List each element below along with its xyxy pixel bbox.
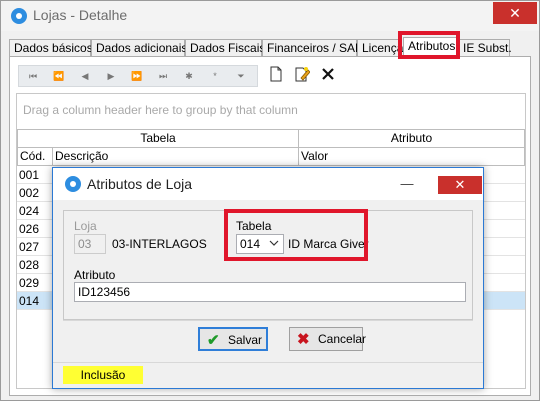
chevron-down-icon [269,237,279,254]
tab-dados-adicionais[interactable]: Dados adicionais [91,39,187,57]
window-title: Lojas - Detalhe [33,7,128,23]
tabela-description-text: ID Marca Giver [288,237,369,251]
dialog-logo-icon [65,176,81,192]
last-record-icon[interactable]: ⏭ [153,69,173,83]
group-by-panel[interactable]: Drag a column header here to group by th… [17,94,525,128]
atributo-field[interactable]: ID123456 [74,282,466,302]
next-page-icon[interactable]: ⏩ [127,69,147,83]
navigator-bar: ⏮ ⏪ ◀ ▶ ⏩ ⏭ ✱ * ⏷ [18,65,258,87]
atributo-label: Atributo [74,268,116,282]
cell-cod: 001 [19,168,40,182]
edit-document-icon[interactable] [292,66,312,86]
tab-licenca[interactable]: Licença [357,39,403,57]
save-button-label: Salvar [228,333,263,347]
cancel-button[interactable]: ✖ Cancelar [289,327,367,351]
tabela-select[interactable]: 014 [236,234,284,254]
toolbar: ⏮ ⏪ ◀ ▶ ⏩ ⏭ ✱ * ⏷ [18,65,504,87]
band-header-atributo[interactable]: Atributo [298,129,525,148]
status-badge: Inclusão [63,366,143,384]
column-header-cod[interactable]: Cód. [17,147,53,166]
dialog-divider [63,320,473,321]
tab-dados-fiscais[interactable]: Dados Fiscais [185,39,265,57]
loja-label: Loja [74,219,97,233]
cell-cod: 024 [19,204,40,218]
window-close-button[interactable]: ✕ [493,2,537,24]
insert-record-icon[interactable]: ✱ [179,69,199,83]
cell-cod: 029 [19,276,40,290]
dialog-minimize-button[interactable]: — [392,176,422,192]
loja-name-text: 03-INTERLAGOS [112,237,207,251]
delete-icon[interactable] [318,66,338,86]
dialog-form-group: Loja 03 03-INTERLAGOS Tabela 014 ID Marc… [63,210,473,320]
tab-dados-basicos[interactable]: Dados básicos [9,39,93,57]
title-bar: Lojas - Detalhe ✕ [1,1,539,31]
tab-atributos[interactable]: Atributos [403,37,458,58]
loja-code-field: 03 [74,234,106,254]
cell-cod: 027 [19,240,40,254]
first-record-icon[interactable]: ⏮ [23,69,43,83]
tab-ie-subst[interactable]: IE Subst. [458,39,512,57]
tab-financeiros-sap[interactable]: Financeiros / SAP [262,39,363,57]
next-record-icon[interactable]: ▶ [101,69,121,83]
prev-page-icon[interactable]: ⏪ [49,69,69,83]
dialog-close-button[interactable]: ✕ [438,176,482,194]
tabela-label: Tabela [236,219,272,233]
cancel-button-label: Cancelar [318,332,367,346]
cell-cod: 002 [19,186,40,200]
column-header-descricao[interactable]: Descrição [52,147,299,166]
prev-record-icon[interactable]: ◀ [75,69,95,83]
column-header-valor[interactable]: Valor [298,147,525,166]
cell-cod: 014 [19,294,40,308]
app-logo-icon [11,8,27,24]
save-button[interactable]: ✔ Salvar [198,327,268,351]
filter-icon[interactable]: ⏷ [231,69,251,83]
new-document-icon[interactable] [266,66,286,86]
atributos-dialog: Atributos de Loja — ✕ Loja 03 03-INTERLA… [52,167,484,389]
dialog-title: Atributos de Loja [87,176,193,192]
checkmark-icon: ✔ [207,332,220,349]
tabela-select-value: 014 [240,237,261,251]
dialog-title-bar: Atributos de Loja — ✕ [53,168,483,200]
tab-strip: Dados básicos Dados adicionais Dados Fis… [9,37,531,58]
cell-cod: 028 [19,258,40,272]
cell-cod: 026 [19,222,40,236]
band-header-tabela[interactable]: Tabela [17,129,299,148]
cancel-x-icon: ✖ [297,331,310,348]
dialog-status-bar: Inclusão [53,362,483,388]
append-record-icon[interactable]: * [205,69,225,83]
